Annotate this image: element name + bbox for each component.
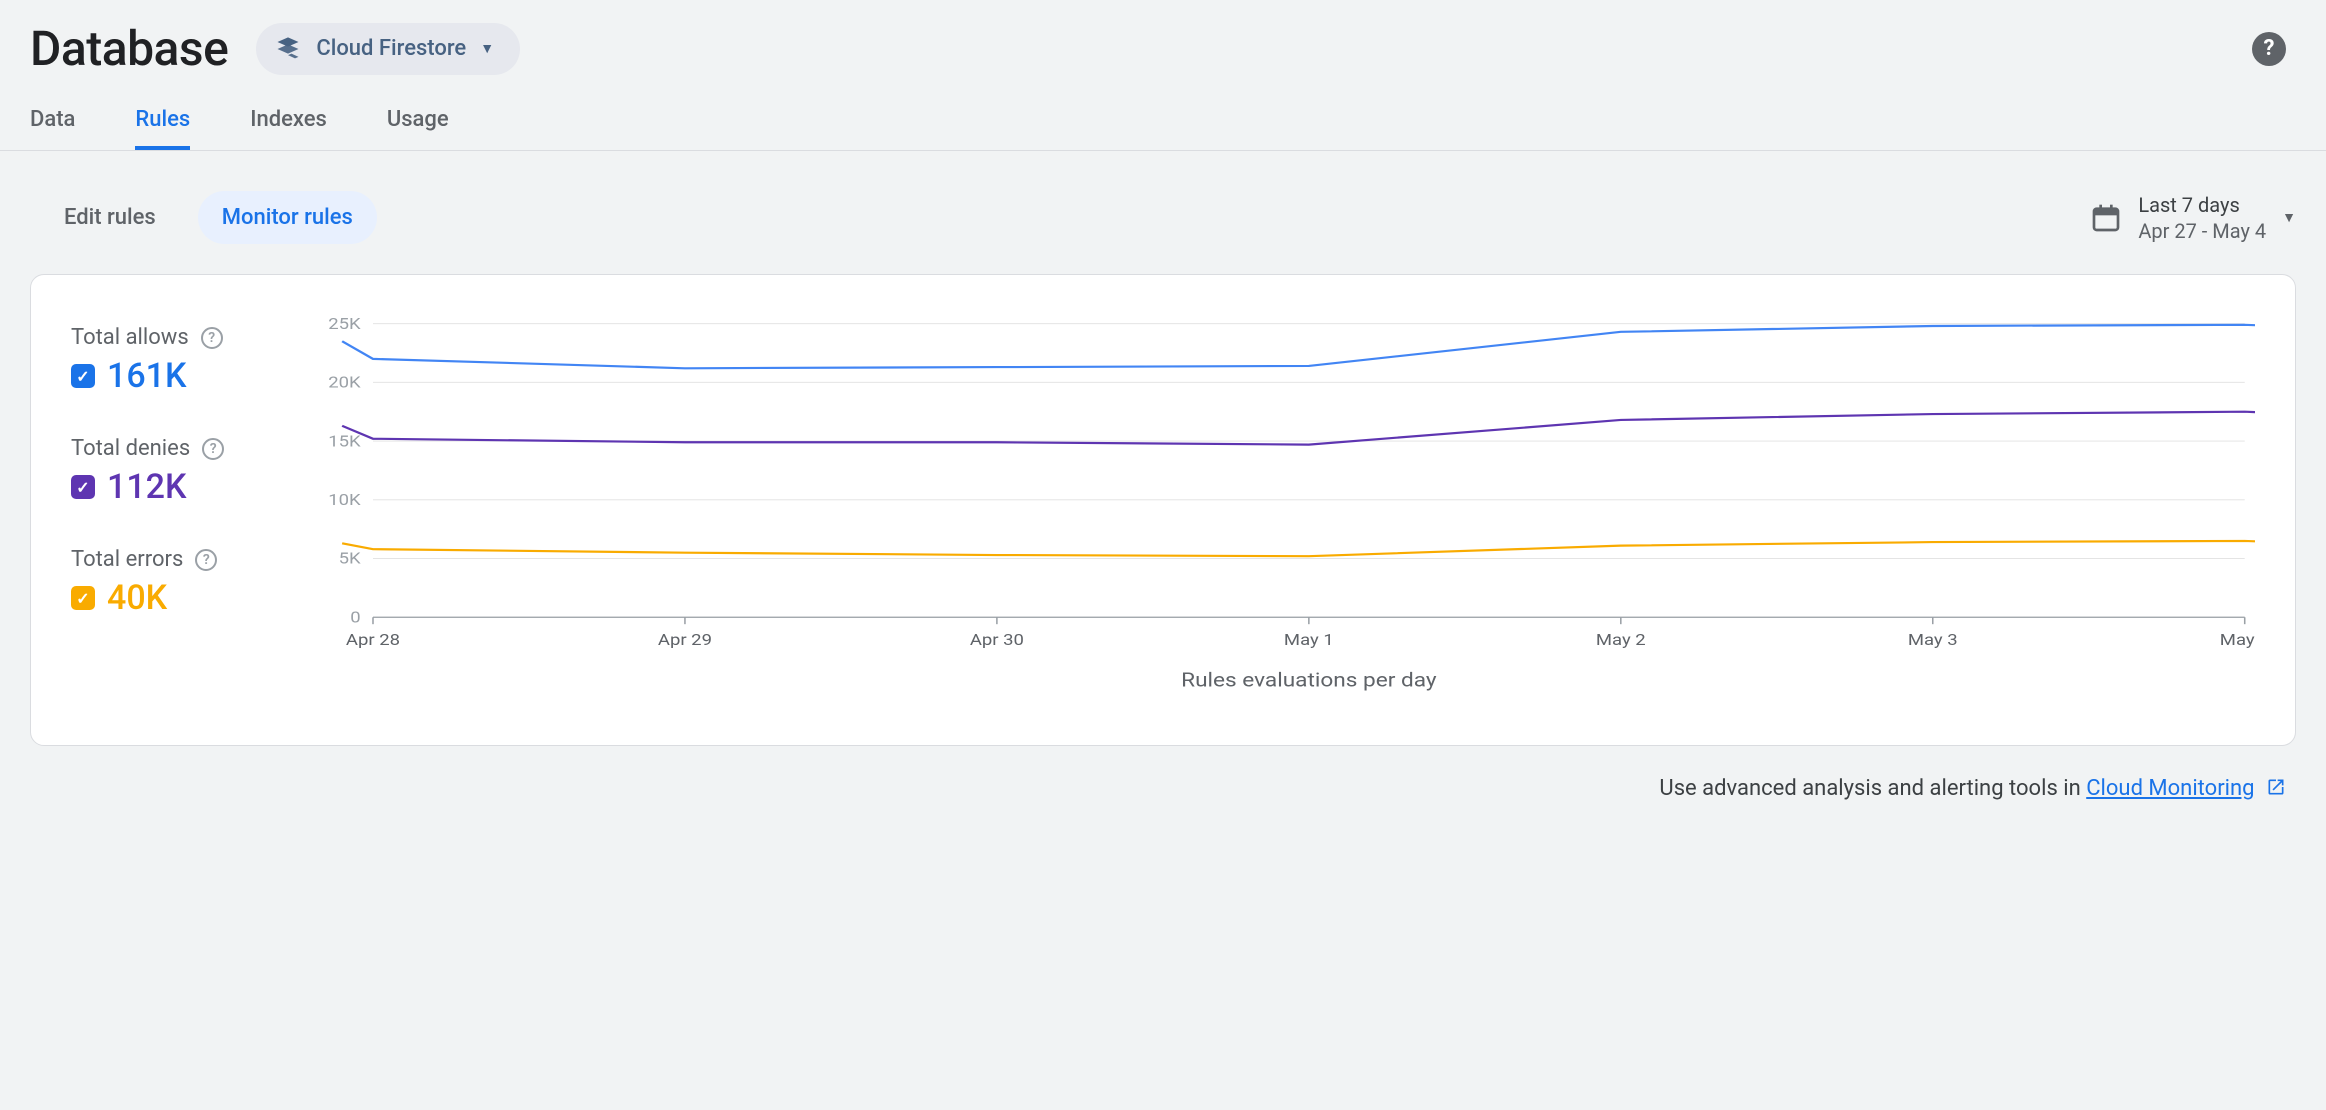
help-icon[interactable]: ? (202, 438, 224, 460)
rules-chart: 0 5K 10K 15K 20K 25K Apr 28 Apr 29 Apr 30 May 1 Ma… (301, 315, 2255, 695)
legend-label-denies: Total denies (71, 436, 190, 461)
svg-text:Apr 29: Apr 29 (658, 631, 712, 649)
tab-indexes[interactable]: Indexes (250, 107, 327, 150)
svg-text:Rules evaluations per day: Rules evaluations per day (1181, 670, 1437, 692)
database-selector-label: Cloud Firestore (316, 36, 466, 61)
page-title: Database (30, 20, 228, 77)
main-tabs: Data Rules Indexes Usage (0, 77, 2326, 151)
help-icon[interactable]: ? (201, 327, 223, 349)
legend-label-allows: Total allows (71, 325, 189, 350)
tab-rules[interactable]: Rules (135, 107, 190, 150)
tab-usage[interactable]: Usage (387, 107, 449, 150)
cloud-monitoring-link[interactable]: Cloud Monitoring (2086, 776, 2254, 801)
legend-label-errors: Total errors (71, 547, 183, 572)
svg-text:May 2: May 2 (1596, 631, 1646, 649)
svg-text:Apr 30: Apr 30 (970, 631, 1024, 649)
rules-usage-card: Total allows ? ✓ 161K Total denies ? ✓ 1… (30, 274, 2296, 746)
legend-checkbox-errors[interactable]: ✓ (71, 586, 95, 610)
subtab-monitor-rules[interactable]: Monitor rules (198, 191, 377, 244)
help-icon[interactable]: ? (195, 549, 217, 571)
footer-hint: Use advanced analysis and alerting tools… (0, 746, 2326, 801)
chevron-down-icon: ▼ (2282, 209, 2296, 226)
chevron-down-icon: ▼ (480, 40, 494, 57)
page-header: Database Cloud Firestore ▼ ? (0, 0, 2326, 77)
firestore-icon (274, 35, 302, 63)
date-range-line1: Last 7 days (2138, 192, 2266, 218)
svg-text:May 4: May 4 (2220, 631, 2255, 649)
date-range-text: Last 7 days Apr 27 - May 4 (2138, 192, 2266, 244)
calendar-icon (2090, 202, 2122, 234)
chart-svg: 0 5K 10K 15K 20K 25K Apr 28 Apr 29 Apr 30 May 1 Ma… (301, 315, 2255, 695)
chart-legend: Total allows ? ✓ 161K Total denies ? ✓ 1… (71, 315, 291, 695)
legend-checkbox-allows[interactable]: ✓ (71, 364, 95, 388)
database-selector-dropdown[interactable]: Cloud Firestore ▼ (256, 23, 520, 75)
date-range-selector[interactable]: Last 7 days Apr 27 - May 4 ▼ (2090, 192, 2296, 244)
svg-text:Apr 28: Apr 28 (346, 631, 400, 649)
legend-value-errors: 40K (107, 578, 167, 618)
date-range-line2: Apr 27 - May 4 (2138, 218, 2266, 244)
external-link-icon (2266, 777, 2286, 797)
legend-item-errors: Total errors ? ✓ 40K (71, 547, 291, 618)
svg-text:May 3: May 3 (1908, 631, 1958, 649)
svg-text:25K: 25K (328, 315, 361, 333)
legend-value-denies: 112K (107, 467, 186, 507)
legend-value-allows: 161K (107, 356, 186, 396)
legend-item-denies: Total denies ? ✓ 112K (71, 436, 291, 507)
svg-text:20K: 20K (328, 374, 361, 392)
svg-text:May 1: May 1 (1284, 631, 1334, 649)
legend-item-allows: Total allows ? ✓ 161K (71, 325, 291, 396)
rules-subbar: Edit rules Monitor rules Last 7 days Apr… (0, 151, 2326, 274)
subtab-edit-rules[interactable]: Edit rules (40, 191, 180, 244)
svg-text:10K: 10K (328, 491, 361, 509)
footer-prefix: Use advanced analysis and alerting tools… (1659, 776, 2086, 801)
svg-text:0: 0 (350, 609, 360, 627)
svg-text:15K: 15K (328, 433, 361, 451)
help-icon[interactable]: ? (2252, 32, 2286, 66)
tab-data[interactable]: Data (30, 107, 75, 150)
rules-subtabs: Edit rules Monitor rules (40, 191, 377, 244)
legend-checkbox-denies[interactable]: ✓ (71, 475, 95, 499)
svg-text:5K: 5K (339, 550, 361, 568)
